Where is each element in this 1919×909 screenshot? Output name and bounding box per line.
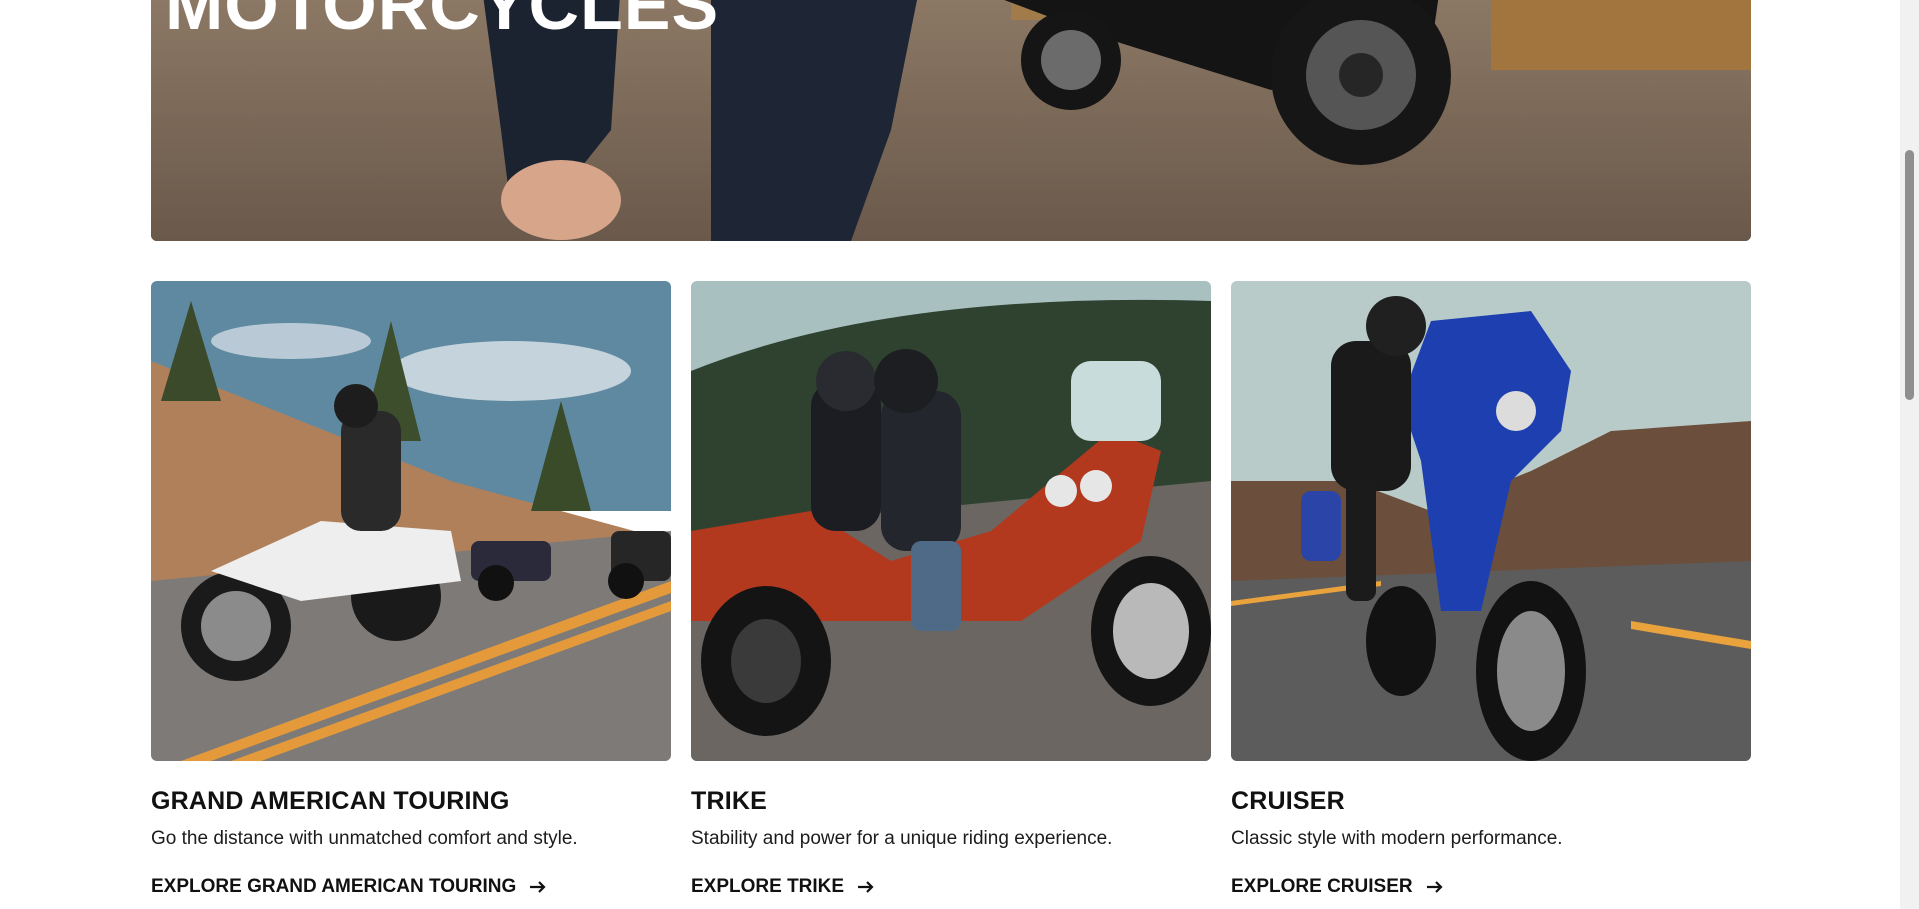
card-title: TRIKE — [691, 787, 767, 815]
vertical-scrollbar[interactable] — [1900, 0, 1919, 909]
card-link-label: EXPLORE GRAND AMERICAN TOURING — [151, 876, 517, 897]
page: MOTORCYCLES GRAND AMERICAN TOURING Go th… — [0, 0, 1900, 909]
hero-banner: MOTORCYCLES — [151, 0, 1751, 241]
explore-cruiser-link[interactable]: EXPLORE CRUISER — [1231, 876, 1443, 898]
card-title: GRAND AMERICAN TOURING — [151, 787, 510, 815]
arrow-right-icon — [858, 881, 874, 893]
scrollbar-thumb[interactable] — [1905, 150, 1914, 400]
explore-trike-link[interactable]: EXPLORE TRIKE — [691, 876, 874, 898]
card-description: Classic style with modern performance. — [1231, 828, 1563, 849]
grand-american-touring-image[interactable] — [151, 281, 671, 761]
card-description: Stability and power for a unique riding … — [691, 828, 1113, 849]
trike-image[interactable] — [691, 281, 1211, 761]
card-link-label: EXPLORE CRUISER — [1231, 876, 1413, 897]
arrow-right-icon — [530, 881, 546, 893]
card-link-label: EXPLORE TRIKE — [691, 876, 845, 897]
card-title: CRUISER — [1231, 787, 1345, 815]
category-card-cruiser: CRUISER Classic style with modern perfor… — [1231, 281, 1751, 909]
explore-grand-american-touring-link[interactable]: EXPLORE GRAND AMERICAN TOURING — [151, 876, 546, 898]
arrow-right-icon — [1426, 881, 1443, 893]
page-title: MOTORCYCLES — [165, 0, 720, 44]
cruiser-image[interactable] — [1231, 281, 1751, 761]
category-cards: GRAND AMERICAN TOURING Go the distance w… — [151, 281, 1751, 909]
card-description: Go the distance with unmatched comfort a… — [151, 828, 578, 849]
category-card-trike: TRIKE Stability and power for a unique r… — [691, 281, 1211, 909]
category-card-grand-american-touring: GRAND AMERICAN TOURING Go the distance w… — [151, 281, 671, 909]
